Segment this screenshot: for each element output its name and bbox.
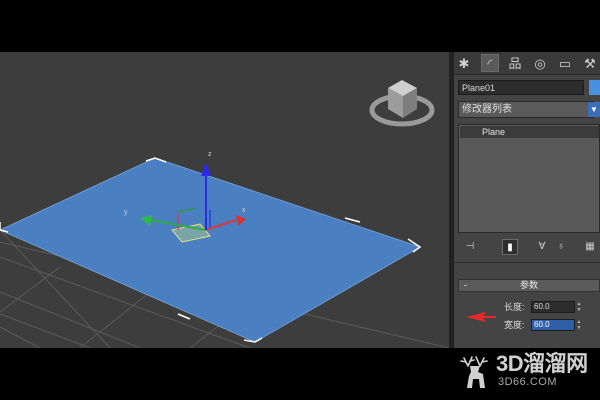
- watermark-brand: 3D溜溜网: [496, 351, 588, 376]
- motion-tab-icon[interactable]: ◎: [531, 54, 549, 72]
- modifier-list-dropdown[interactable]: 修改器列表: [458, 101, 594, 118]
- plane-object[interactable]: [0, 157, 422, 343]
- object-name-field[interactable]: Plane01: [458, 80, 584, 95]
- command-panel: ✱ ◜ 品 ◎ ▭ ⚒ Plane01 修改器列表 ▼ Plane ⊣ ▮ ∀ …: [454, 52, 600, 348]
- show-end-result-icon[interactable]: ▮: [502, 239, 518, 255]
- parameters-rollout-header[interactable]: 参数 -: [458, 279, 600, 292]
- x-axis-label: x: [242, 207, 246, 214]
- watermark-url: 3D66.COM: [498, 376, 558, 388]
- rollout-toggle[interactable]: -: [464, 280, 467, 291]
- y-axis-label: y: [124, 209, 128, 216]
- z-axis-label: z: [208, 151, 212, 158]
- stack-item-plane[interactable]: Plane: [460, 126, 599, 138]
- viewcube-icon[interactable]: [369, 80, 435, 127]
- stack-toolbar: ⊣ ▮ ∀ ♁ ▦: [458, 238, 600, 256]
- modify-tab-icon[interactable]: ◜: [481, 54, 499, 72]
- make-unique-icon[interactable]: ∀: [534, 239, 550, 255]
- panel-separator: [454, 262, 600, 263]
- modifier-stack[interactable]: Plane: [458, 124, 600, 233]
- object-color-swatch[interactable]: [589, 80, 600, 95]
- watermark: 3D溜溜网 3D66.COM: [456, 350, 596, 394]
- hierarchy-tab-icon[interactable]: 品: [506, 54, 524, 72]
- chevron-down-icon[interactable]: ▼: [588, 102, 600, 117]
- remove-modifier-icon[interactable]: ♁: [553, 239, 569, 255]
- z-axis-arrow[interactable]: [201, 162, 211, 176]
- width-spinner[interactable]: ▲ ▼: [576, 319, 582, 331]
- utilities-tab-icon[interactable]: ⚒: [581, 54, 599, 72]
- red-arrow-annotation: [466, 312, 496, 322]
- perspective-viewport[interactable]: y x z: [0, 52, 449, 348]
- command-panel-tabs: ✱ ◜ 品 ◎ ▭ ⚒: [454, 52, 600, 75]
- width-label: 宽度:: [504, 320, 525, 330]
- rollout-title: 参数: [519, 280, 538, 290]
- length-spinner[interactable]: ▲ ▼: [576, 301, 582, 313]
- letterbox-top: [0, 0, 600, 52]
- deer-logo-icon: [460, 356, 488, 388]
- viewport-scene: y x z: [0, 80, 449, 348]
- length-field[interactable]: 60.0: [531, 301, 575, 313]
- display-tab-icon[interactable]: ▭: [556, 54, 574, 72]
- width-field[interactable]: 60.0: [531, 319, 575, 331]
- pin-stack-icon[interactable]: ⊣: [462, 239, 478, 255]
- configure-modifier-sets-icon[interactable]: ▦: [582, 239, 598, 255]
- create-tab-icon[interactable]: ✱: [455, 54, 473, 72]
- length-label: 长度:: [504, 302, 525, 312]
